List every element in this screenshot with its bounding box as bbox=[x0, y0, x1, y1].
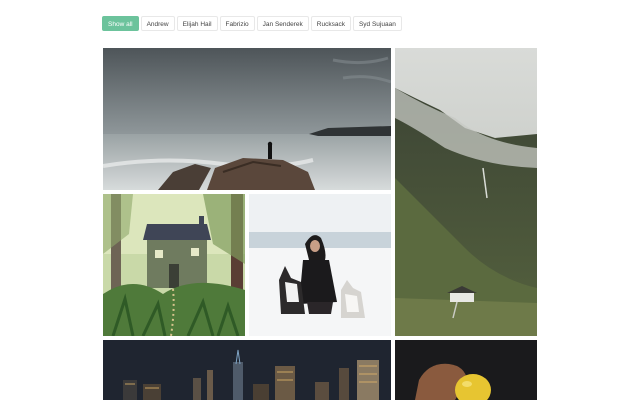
photo-mountain[interactable] bbox=[395, 48, 537, 336]
mountain-image bbox=[395, 48, 537, 336]
filter-rucksack-button[interactable]: Rucksack bbox=[310, 16, 351, 31]
filter-fabrizio-button[interactable]: Fabrizio bbox=[219, 16, 255, 31]
gallery-page: Show all Andrew Elijah Hail Fabrizio Jan… bbox=[0, 0, 640, 400]
photo-city-skyline[interactable] bbox=[103, 340, 391, 400]
filter-andrew-button[interactable]: Andrew bbox=[140, 16, 175, 31]
filter-jan-senderek-button[interactable]: Jan Senderek bbox=[256, 16, 309, 31]
woman-huskies-image bbox=[249, 194, 391, 336]
filter-show-all-button[interactable]: Show all bbox=[102, 16, 139, 31]
photo-seascape[interactable] bbox=[103, 48, 391, 190]
lemon-image bbox=[395, 340, 537, 400]
house-illustration-image bbox=[103, 194, 245, 336]
filter-bar: Show all Andrew Elijah Hail Fabrizio Jan… bbox=[102, 16, 402, 31]
photo-lemon[interactable] bbox=[395, 340, 537, 400]
photo-house-illustration[interactable] bbox=[103, 194, 245, 336]
filter-syd-sujuaan-button[interactable]: Syd Sujuaan bbox=[352, 16, 402, 31]
city-skyline-image bbox=[103, 340, 391, 400]
filter-elijah-hail-button[interactable]: Elijah Hail bbox=[176, 16, 218, 31]
photo-woman-huskies[interactable] bbox=[249, 194, 391, 336]
seascape-image bbox=[103, 48, 391, 190]
